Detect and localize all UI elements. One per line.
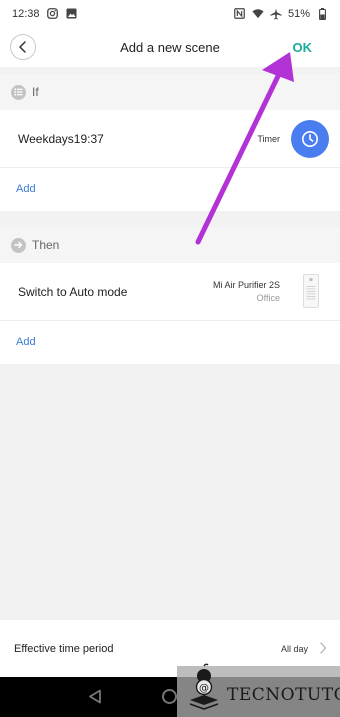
arrow-right-icon <box>11 237 26 253</box>
action-row[interactable]: Switch to Auto mode Mi Air Purifier 2S O… <box>0 263 340 320</box>
effective-time-value: All day <box>280 644 308 654</box>
battery-icon <box>316 7 328 20</box>
watermark-logo-icon: @ <box>189 663 219 710</box>
nfc-icon <box>234 8 246 20</box>
airplane-icon <box>270 8 282 20</box>
status-time: 12:38 <box>12 7 40 20</box>
effective-time-label: Effective time period <box>14 643 114 655</box>
watermark: @ TECNOTUTO <box>177 663 340 717</box>
if-section-header: If <box>0 74 340 110</box>
device-name: Mi Air Purifier 2S <box>212 280 280 290</box>
then-card: Switch to Auto mode Mi Air Purifier 2S O… <box>0 263 340 364</box>
battery-percent: 51% <box>287 7 310 20</box>
watermark-text: TECNOTUTO <box>227 685 340 705</box>
device-room: Office <box>256 293 280 303</box>
divider <box>0 320 340 321</box>
then-section-header: Then <box>0 227 340 263</box>
instagram-icon <box>47 8 59 20</box>
wifi-icon <box>252 8 264 20</box>
if-section-label: If <box>32 85 39 99</box>
status-bar: 12:38 51% <box>0 0 340 27</box>
ok-button[interactable]: OK <box>293 40 313 55</box>
clock-icon <box>302 131 318 147</box>
page-title: Add a new scene <box>120 39 220 55</box>
if-add-link[interactable]: Add <box>16 183 36 195</box>
timer-button[interactable] <box>291 120 329 158</box>
condition-type-label: Timer <box>257 134 280 144</box>
app-header: Add a new scene OK <box>0 27 340 67</box>
nav-back-icon[interactable] <box>88 689 102 704</box>
nav-home-icon[interactable] <box>162 689 177 704</box>
divider <box>0 167 340 168</box>
then-section-label: Then <box>32 238 60 252</box>
action-label: Switch to Auto mode <box>18 285 128 299</box>
condition-row[interactable]: Weekdays19:37 Timer <box>0 110 340 167</box>
if-card: Weekdays19:37 Timer Add <box>0 110 340 211</box>
condition-label: Weekdays19:37 <box>18 132 104 146</box>
gallery-icon <box>66 8 78 20</box>
air-purifier-icon <box>303 274 319 308</box>
then-add-link[interactable]: Add <box>16 336 36 348</box>
list-icon <box>11 84 26 100</box>
svg-text:@: @ <box>199 683 209 694</box>
chevron-right-icon <box>320 642 327 654</box>
